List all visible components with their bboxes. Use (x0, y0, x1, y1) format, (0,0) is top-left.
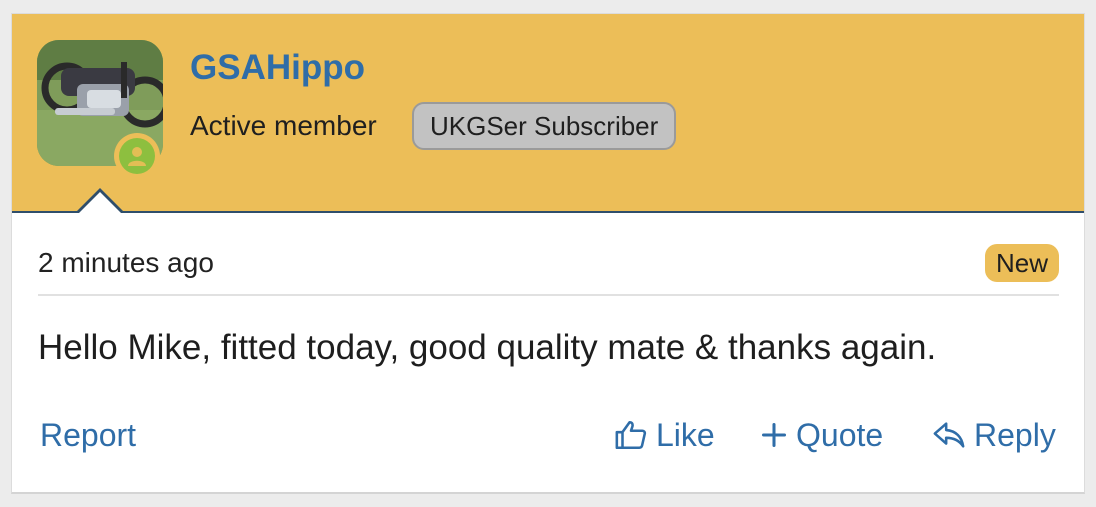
online-status-badge (114, 133, 160, 179)
forum-post: GSAHippo Active member UKGSer Subscriber… (11, 13, 1085, 494)
post-timestamp[interactable]: 2 minutes ago (38, 244, 214, 282)
like-button[interactable]: Like (614, 414, 715, 456)
report-label: Report (40, 417, 137, 453)
user-header: GSAHippo Active member UKGSer Subscriber (12, 14, 1084, 213)
like-label: Like (656, 417, 715, 453)
report-link[interactable]: Report (40, 414, 136, 456)
post-meta: 2 minutes ago New (38, 244, 1059, 296)
post-actions: Report Like Quote Reply (12, 414, 1084, 458)
quote-label: Quote (796, 417, 884, 453)
plus-icon (761, 422, 787, 448)
thumbs-up-icon (615, 420, 647, 450)
user-online-icon (128, 147, 146, 166)
reply-label: Reply (974, 417, 1056, 453)
post-message: Hello Mike, fitted today, good quality m… (38, 328, 937, 367)
quote-button[interactable]: Quote (760, 414, 883, 456)
new-badge: New (984, 244, 1059, 282)
username-link[interactable]: GSAHippo (190, 46, 365, 90)
user-banner: UKGSer Subscriber (412, 102, 677, 150)
reply-arrow-icon (933, 422, 965, 448)
user-title: Active member (190, 110, 377, 141)
reply-button[interactable]: Reply (932, 414, 1056, 456)
